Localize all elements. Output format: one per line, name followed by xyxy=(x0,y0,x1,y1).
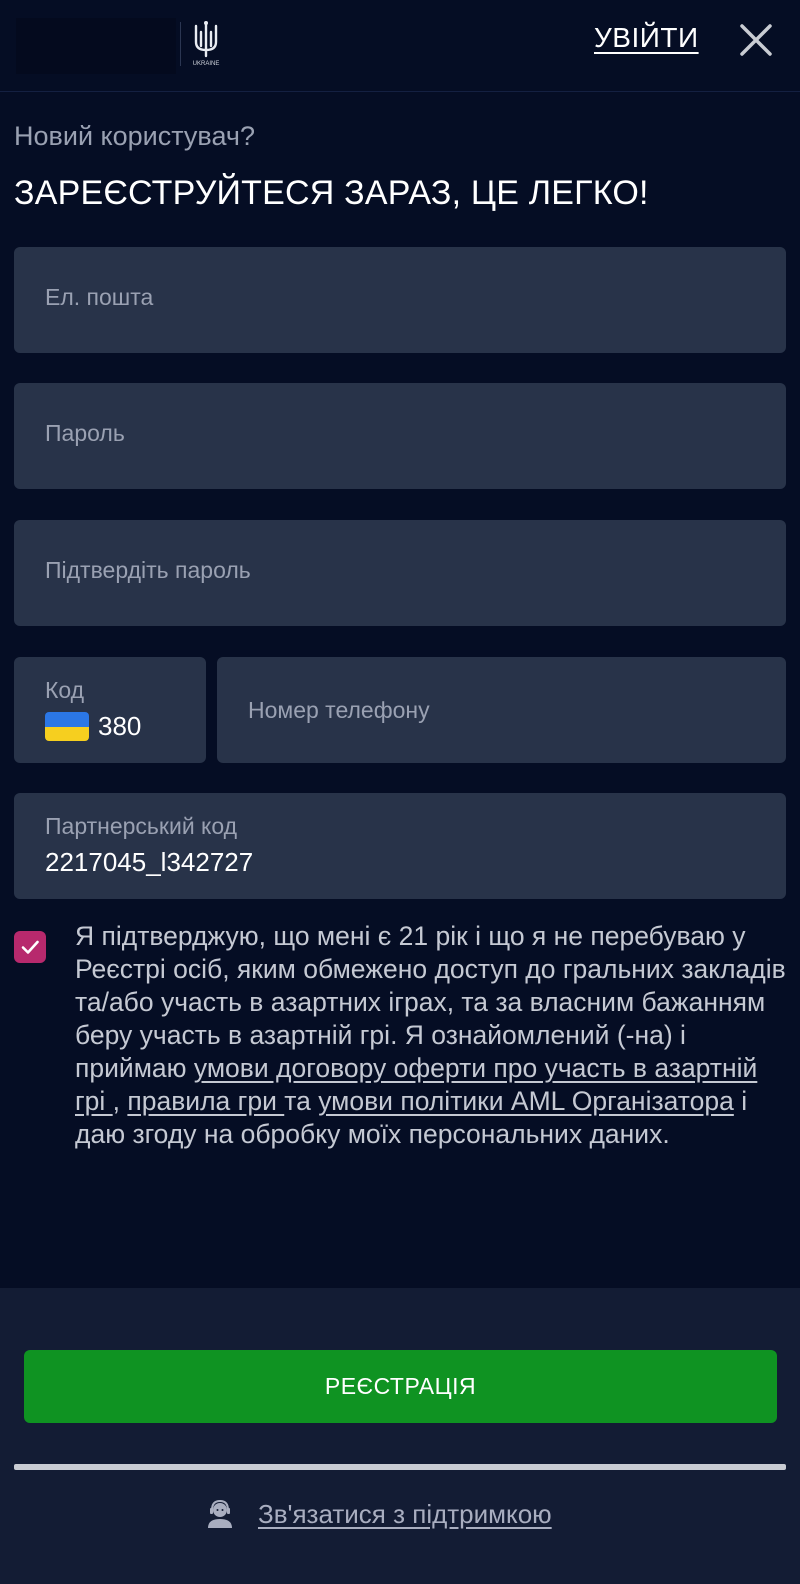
phone-placeholder: Номер телефону xyxy=(248,697,430,723)
consent-separator: , xyxy=(112,1086,128,1116)
contact-support-link[interactable]: Зв'язатися з підтримкою xyxy=(258,1499,552,1530)
logo-caption: UKRAINE xyxy=(193,61,220,67)
consent-text: Я підтверджую, що мені є 21 рік і що я н… xyxy=(75,920,787,1151)
support-agent-icon xyxy=(208,1499,232,1528)
consent-checkbox[interactable] xyxy=(14,931,46,963)
code-label: Код xyxy=(45,677,85,703)
partner-code-field[interactable]: Партнерський код 2217045_l342727 xyxy=(14,793,786,899)
aml-policy-link[interactable]: умови політики AML Організатора xyxy=(318,1086,734,1116)
footer-divider xyxy=(14,1464,786,1470)
game-rules-link[interactable]: правила гри xyxy=(127,1086,284,1116)
confirm-password-field[interactable]: Підтвердіть пароль xyxy=(14,520,786,626)
partner-code-label: Партнерський код xyxy=(45,813,238,839)
close-icon[interactable] xyxy=(738,22,774,58)
header: UKRAINE УВІЙТИ xyxy=(0,0,800,92)
page-title: ЗАРЕЄСТРУЙТЕСЯ ЗАРАЗ, ЦЕ ЛЕГКО! xyxy=(14,174,649,212)
code-value: 380 xyxy=(98,711,142,741)
checkmark-icon xyxy=(21,940,39,954)
register-button[interactable]: РЕЄСТРАЦІЯ xyxy=(24,1350,777,1423)
logo-divider xyxy=(180,22,181,66)
email-placeholder: Ел. пошта xyxy=(45,284,154,310)
brand-logo[interactable] xyxy=(16,18,176,74)
consent-text-part: та xyxy=(284,1086,319,1116)
email-field[interactable]: Ел. пошта xyxy=(14,247,786,353)
country-code-select[interactable]: Код 380 xyxy=(14,657,206,763)
footer: РЕЄСТРАЦІЯ Зв'язатися з підтримкою xyxy=(0,1288,800,1584)
new-user-subtitle: Новий користувач? xyxy=(14,121,255,151)
password-placeholder: Пароль xyxy=(45,420,125,446)
registration-page: UKRAINE УВІЙТИ Новий користувач? ЗАРЕЄСТ… xyxy=(0,0,800,1584)
ukraine-flag-icon xyxy=(45,712,89,741)
confirm-password-placeholder: Підтвердіть пароль xyxy=(45,557,251,583)
login-link[interactable]: УВІЙТИ xyxy=(594,22,699,62)
partner-code-value: 2217045_l342727 xyxy=(45,847,254,877)
support-link-row[interactable]: Зв'язатися з підтримкою xyxy=(204,1494,552,1534)
trident-icon: UKRAINE xyxy=(193,21,220,67)
phone-field[interactable]: Номер телефону xyxy=(217,657,786,763)
password-field[interactable]: Пароль xyxy=(14,383,786,489)
